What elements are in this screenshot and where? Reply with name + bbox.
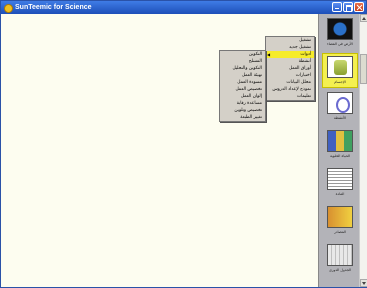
submenu-item-label: تغيير الطبعة (240, 115, 262, 120)
menu-item-tools[interactable]: ◀ أدوات (266, 51, 314, 58)
submenu-item[interactable]: مساعدة رقابة (220, 100, 265, 107)
vertical-scrollbar[interactable] (359, 14, 367, 287)
submenu-item[interactable]: تهيئة العمل (220, 72, 265, 79)
menu-item-help[interactable]: تعليمات (266, 93, 314, 100)
submenu-item[interactable]: تخصيص العمل (220, 86, 265, 93)
maximize-button[interactable] (343, 2, 353, 12)
close-button[interactable] (354, 2, 364, 12)
menu-item-label: أنشطة (298, 59, 311, 64)
minimize-button[interactable] (332, 2, 342, 12)
side-item-periodic-table[interactable]: الجدول الدوري (322, 242, 358, 277)
submenu-item-label: التكوين (248, 52, 262, 57)
menu-item-tests[interactable]: اختبارات (266, 72, 314, 79)
side-item-label: الحياة الخلوية (329, 154, 350, 158)
side-item-label: الإجسام (334, 80, 346, 84)
globe-thumbnail-icon (327, 18, 353, 40)
submenu-item[interactable]: مسودة العمل (220, 79, 265, 86)
submenu-item-label: مساعدة رقابة (236, 101, 262, 106)
book-thumbnail-icon (327, 206, 353, 228)
submenu-item-label: إلوان العمل (240, 94, 262, 99)
app-icon (3, 3, 13, 13)
submenu-item-label: المسلح (248, 59, 262, 64)
context-menu: تشغيل تشغيل جديد ◀ أدوات أنشطة أوراق العم… (265, 36, 315, 101)
menu-item-worksheets[interactable]: أوراق العمل (266, 65, 314, 72)
side-item-label: الجدول الدوري (328, 268, 352, 272)
side-item-label: الأرض في الفضاء (327, 42, 353, 46)
submenu-item[interactable]: إلوان العمل (220, 93, 265, 100)
menu-item-activities[interactable]: أنشطة (266, 58, 314, 65)
menu-item-new-run[interactable]: تشغيل جديد (266, 44, 314, 51)
side-item-label: المصادر (334, 230, 346, 234)
side-item-label: المادة (335, 192, 345, 196)
side-item-earth-in-space[interactable]: الأرض في الفضاء (322, 16, 358, 51)
submenu-item[interactable]: تغيير الطبعة (220, 114, 265, 121)
submenu-item[interactable]: التكوين (220, 51, 265, 58)
menu-item-label: تشغيل (299, 38, 311, 43)
side-item-matter[interactable]: المادة (322, 166, 358, 201)
title-bar[interactable]: SunTeemic for Science (1, 1, 366, 14)
app-window: SunTeemic for Science الأرض في الفضاء ال… (0, 0, 367, 288)
submenu-item-label: تهيئة العمل (241, 73, 262, 78)
window-controls (332, 2, 364, 12)
menu-item-data-analyzer[interactable]: محلل البيانات (266, 79, 314, 86)
side-item-cell-life[interactable]: الحياة الخلوية (322, 128, 358, 163)
menu-item-run[interactable]: تشغيل (266, 37, 314, 44)
menu-item-lesson-template[interactable]: نموذج لإعداد الدروس (266, 86, 314, 93)
submenu-item[interactable]: المسلح (220, 58, 265, 65)
selected-thumbnail-icon (327, 56, 353, 78)
menu-item-label: تشغيل جديد (289, 45, 311, 50)
side-item-objects[interactable]: الإجسام (322, 53, 358, 88)
atom-thumbnail-icon (327, 92, 353, 114)
menu-item-label: نموذج لإعداد الدروس (272, 87, 311, 92)
submenu-item-label: مسودة العمل (237, 80, 262, 85)
scroll-down-arrow-icon[interactable] (360, 279, 367, 287)
menu-item-label: محلل البيانات (286, 80, 311, 85)
submenu-item[interactable]: تخصيص وتلوين (220, 107, 265, 114)
submenu-item[interactable]: التكوين والتحليل (220, 65, 265, 72)
scroll-thumb[interactable] (360, 54, 367, 84)
menu-item-label: تعليمات (296, 94, 311, 99)
table-thumbnail-icon (327, 244, 353, 266)
cell-thumbnail-icon (327, 130, 353, 152)
submenu-item-label: تخصيص وتلوين (234, 108, 262, 113)
menu-item-label: أوراق العمل (288, 66, 311, 71)
window-title: SunTeemic for Science (15, 4, 92, 11)
text-thumbnail-icon (327, 168, 353, 190)
submenu-arrow-icon: ◀ (267, 52, 271, 57)
side-item-label: الأنشطة (333, 116, 347, 120)
menu-item-label: أدوات (300, 52, 311, 57)
scroll-up-arrow-icon[interactable] (360, 14, 367, 22)
menu-item-label: اختبارات (295, 73, 311, 78)
submenu-item-label: التكوين والتحليل (232, 66, 262, 71)
side-item-activities[interactable]: الأنشطة (322, 90, 358, 125)
submenu-item-label: تخصيص العمل (235, 87, 262, 92)
side-item-resources[interactable]: المصادر (322, 204, 358, 239)
tools-submenu: التكوين المسلح التكوين والتحليل تهيئة ال… (219, 50, 266, 122)
topic-side-panel: الأرض في الفضاء الإجسام الأنشطة الحياة ا… (318, 14, 359, 287)
